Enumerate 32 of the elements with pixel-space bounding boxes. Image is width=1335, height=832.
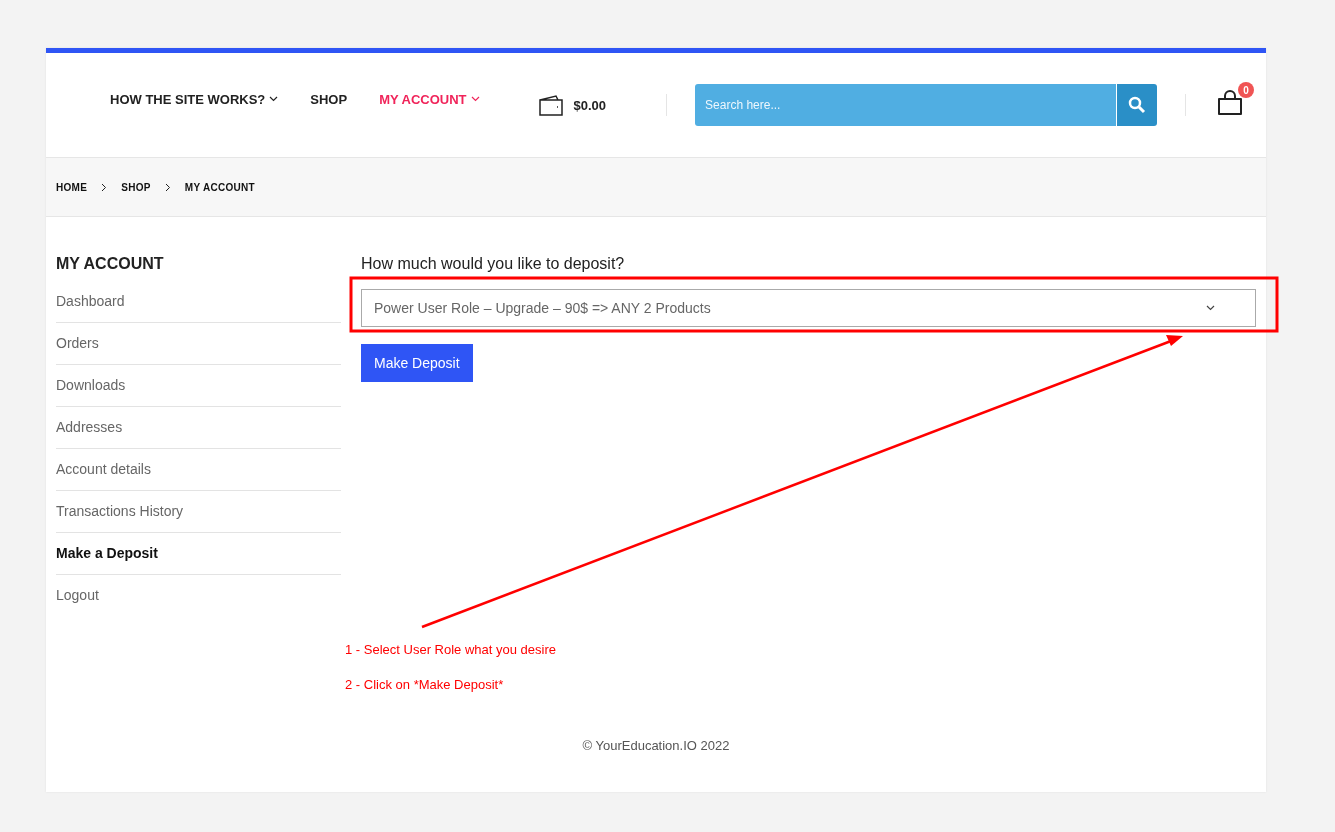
chevron-right-icon — [101, 182, 108, 192]
wallet-icon — [537, 94, 564, 116]
chevron-down-icon — [1206, 305, 1215, 311]
make-deposit-button[interactable]: Make Deposit — [361, 344, 473, 382]
nav-link[interactable]: HOW THE SITE WORKS? — [110, 91, 279, 107]
sidebar-title: MY ACCOUNT — [56, 255, 165, 273]
breadcrumb-link[interactable]: HOME — [56, 181, 88, 193]
nav-link[interactable]: MY ACCOUNT — [379, 91, 480, 107]
sidebar-link[interactable]: Logout — [56, 575, 341, 617]
nav-link[interactable]: SHOP — [310, 91, 348, 107]
sidebar-link[interactable]: Account details — [56, 449, 341, 491]
chevron-right-icon — [164, 182, 171, 192]
breadcrumb-link[interactable]: SHOP — [121, 181, 151, 193]
sidebar-link[interactable]: Addresses — [56, 407, 341, 449]
deposit-question: How much would you like to deposit? — [361, 255, 626, 273]
annotation-note: 1 - Select User Role what you desire — [345, 642, 556, 657]
search-button[interactable] — [1116, 84, 1157, 126]
chevron-down-icon — [269, 96, 279, 102]
shopping-bag-icon[interactable] — [1216, 90, 1244, 116]
sidebar-link[interactable]: Downloads — [56, 365, 341, 407]
search-field[interactable]: Search here... — [695, 84, 1116, 126]
sidebar-link[interactable]: Dashboard — [56, 281, 341, 323]
sidebar-link[interactable]: Transactions History — [56, 491, 341, 533]
cart-count-badge: 0 — [1238, 82, 1254, 98]
deposit-select[interactable]: Power User Role – Upgrade – 90$ => ANY 2 Products — [361, 289, 1256, 327]
sidebar-link[interactable]: Orders — [56, 323, 341, 365]
search-icon — [1128, 96, 1146, 114]
chevron-down-icon — [470, 96, 480, 102]
wallet-balance: $0.00 — [573, 97, 607, 113]
copyright-text: © YourEducation.IO 2022 — [582, 738, 730, 753]
sidebar-link[interactable]: Make a Deposit — [56, 533, 341, 575]
annotation-note: 2 - Click on *Make Deposit* — [345, 677, 504, 692]
